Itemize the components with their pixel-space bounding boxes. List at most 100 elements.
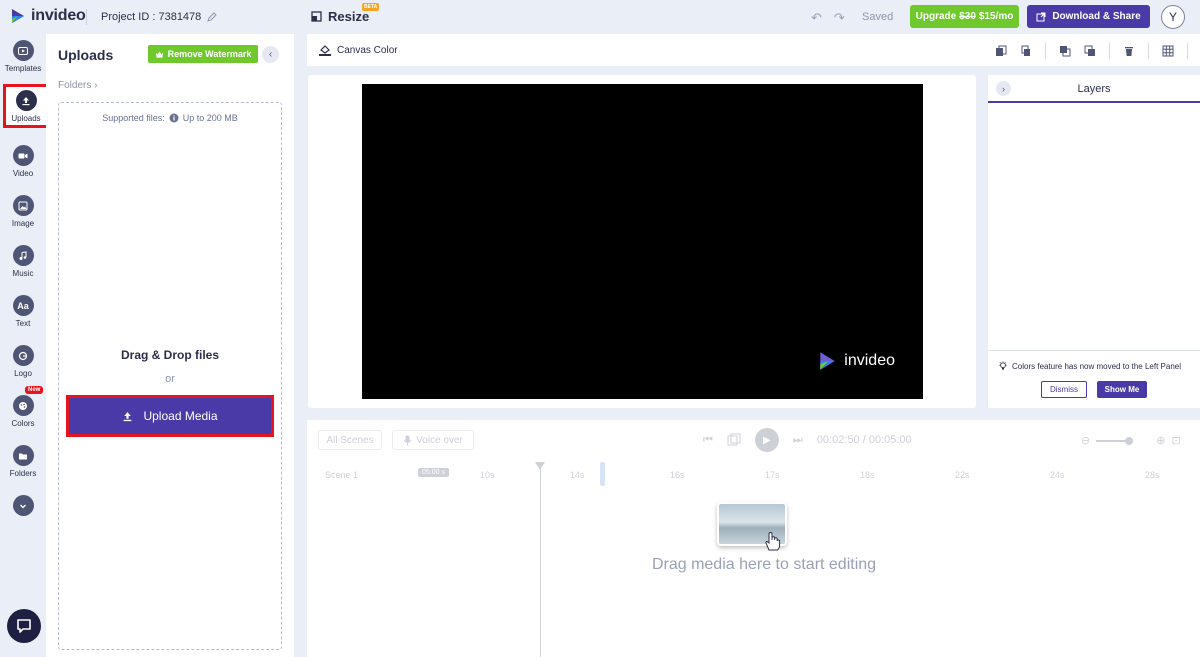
timeline-playhead[interactable] <box>540 464 541 657</box>
uploads-panel: Uploads Remove Watermark ‹ Folders › Sup… <box>46 34 294 657</box>
breadcrumb-folders[interactable]: Folders <box>58 80 91 91</box>
resize-icon <box>311 11 322 22</box>
ruler-tick: 17s <box>765 470 780 480</box>
undo-redo-group: ↶ ↷ <box>811 10 845 26</box>
dismiss-button[interactable]: Dismiss <box>1041 381 1087 398</box>
chevron-down-icon <box>12 495 34 516</box>
remove-watermark-button[interactable]: Remove Watermark <box>148 45 258 63</box>
voice-over-label: Voice over <box>416 434 463 446</box>
hand-cursor-icon <box>765 531 781 551</box>
all-scenes-button[interactable]: All Scenes <box>318 430 382 450</box>
download-share-button[interactable]: Download & Share <box>1027 5 1150 28</box>
voice-over-button[interactable]: Voice over <box>392 430 474 450</box>
play-icon <box>12 40 34 61</box>
logo-wordmark: invideo <box>31 7 86 24</box>
zoom-slider[interactable] <box>1096 436 1134 445</box>
download-share-label: Download & Share <box>1052 11 1141 22</box>
project-id-text: Project ID : 7381478 <box>101 11 202 23</box>
canvas-color-button[interactable]: Canvas Color <box>318 44 398 56</box>
crown-icon <box>155 50 163 58</box>
nav-item-folders[interactable]: Folders <box>0 439 46 487</box>
zoom-in-icon[interactable]: ⊕ <box>1156 434 1165 447</box>
scene-loop-icon[interactable] <box>727 433 741 447</box>
layers-title[interactable]: Layers <box>988 83 1200 95</box>
nav-item-text[interactable]: Aa Text <box>0 289 46 337</box>
send-backward-icon[interactable] <box>1084 45 1096 57</box>
show-me-button[interactable]: Show Me <box>1097 381 1147 398</box>
upload-media-label: Upload Media <box>143 409 218 423</box>
folder-icon <box>12 445 34 466</box>
topbar-divider <box>86 9 87 25</box>
nav-item-logo[interactable]: Logo <box>0 339 46 387</box>
expand-layers-button[interactable]: › <box>996 81 1011 96</box>
avatar[interactable]: Y <box>1161 5 1185 29</box>
nav-item-templates[interactable]: Templates <box>0 34 46 82</box>
beta-badge: BETA <box>362 3 380 11</box>
undo-icon[interactable]: ↶ <box>811 10 822 26</box>
image-icon <box>12 195 34 216</box>
nav-label-text: Text <box>15 319 31 328</box>
drag-drop-or: or <box>165 373 175 385</box>
playback-controls: ⏮ ▶ ⏭ 00:02:50 / 00:05:00 <box>703 428 912 452</box>
palette-icon <box>12 395 34 416</box>
nav-label-uploads: Uploads <box>11 114 41 123</box>
nav-label-colors: Colors <box>11 419 35 428</box>
microphone-icon <box>403 435 412 445</box>
info-icon <box>169 113 179 123</box>
nav-item-colors[interactable]: Colors New <box>0 386 46 437</box>
watermark-wordmark: invideo <box>844 352 895 369</box>
fit-screen-icon[interactable]: ⊡ <box>1171 434 1180 447</box>
top-bar: invideo Project ID : 7381478 Resize BETA… <box>0 0 1200 34</box>
notice-text: Colors feature has now moved to the Left… <box>1012 361 1181 371</box>
copy-icon[interactable] <box>1020 45 1032 57</box>
nav-label-video: Video <box>12 169 34 178</box>
upload-media-button[interactable]: Upload Media <box>66 395 274 437</box>
time-total: 00:05:00 <box>868 434 912 446</box>
all-scenes-label: All Scenes <box>326 434 374 446</box>
watermark-logo-icon <box>820 352 835 370</box>
nav-more-button[interactable] <box>0 489 46 537</box>
trash-icon[interactable] <box>1123 45 1135 57</box>
skip-back-icon[interactable]: ⏮ <box>703 434 713 447</box>
nav-item-video[interactable]: Video <box>0 139 46 187</box>
invideo-watermark: invideo <box>818 350 895 372</box>
video-camera-icon <box>12 145 34 166</box>
invideo-logo[interactable]: invideo <box>10 7 86 25</box>
zoom-controls: ⊖ ⊕ ⊡ <box>1081 434 1181 447</box>
upload-dropzone[interactable]: Supported files: Up to 200 MB Drag & Dro… <box>58 102 282 650</box>
upload-icon <box>15 90 37 111</box>
grid-icon[interactable] <box>1162 45 1174 57</box>
supported-files: Supported files: Up to 200 MB <box>59 113 281 123</box>
nav-item-music[interactable]: Music <box>0 239 46 287</box>
zoom-out-icon[interactable]: ⊖ <box>1081 434 1090 447</box>
nav-item-image[interactable]: Image <box>0 189 46 237</box>
breadcrumb[interactable]: Folders › <box>58 80 97 91</box>
project-id[interactable]: Project ID : 7381478 <box>101 11 218 23</box>
scene-duration-badge[interactable]: 05:00 s <box>418 468 449 477</box>
supported-files-label: Supported files: <box>102 113 165 123</box>
toolbar-divider <box>1148 43 1149 59</box>
duplicate-icon[interactable] <box>995 45 1007 57</box>
canvas-toolbar: Canvas Color <box>307 34 1200 66</box>
timecode: 00:02:50 / 00:05:00 <box>817 434 912 446</box>
collapse-panel-button[interactable]: ‹ <box>262 46 279 63</box>
timeline-marker[interactable] <box>600 462 605 486</box>
redo-icon[interactable]: ↷ <box>834 10 845 26</box>
bring-forward-icon[interactable] <box>1059 45 1071 57</box>
skip-forward-icon[interactable]: ⏭ <box>793 434 803 447</box>
time-separator: / <box>862 434 866 446</box>
video-canvas[interactable]: invideo <box>362 84 923 399</box>
upgrade-button[interactable]: Upgrade $30 $15/mo <box>910 5 1019 28</box>
new-badge: New <box>25 386 44 394</box>
pencil-icon[interactable] <box>207 12 218 22</box>
zoom-slider-knob[interactable] <box>1125 436 1134 445</box>
chat-support-button[interactable] <box>7 609 41 643</box>
nav-label-image: Image <box>11 219 35 228</box>
resize-button[interactable]: Resize <box>311 9 369 24</box>
play-button[interactable]: ▶ <box>754 428 779 452</box>
nav-item-uploads[interactable]: Uploads <box>3 84 49 128</box>
drag-drop-title: Drag & Drop files <box>120 348 219 362</box>
layers-header: Layers › <box>988 75 1200 103</box>
external-link-icon <box>1036 12 1046 21</box>
resize-label: Resize <box>328 9 370 24</box>
